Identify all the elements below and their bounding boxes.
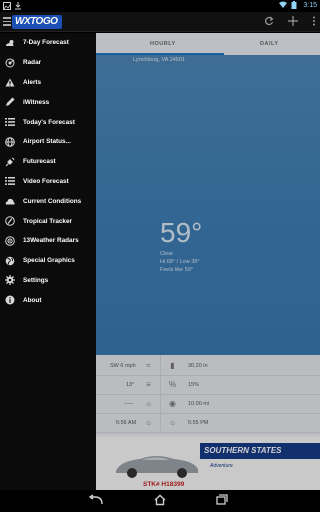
notification-image-icon (3, 2, 11, 10)
status-time: 3:15 (303, 1, 317, 9)
globe-icon (5, 137, 15, 147)
drawer-item-label: Settings (23, 276, 49, 284)
drawer-item-video-forecast[interactable]: Video Forecast (0, 172, 96, 192)
drawer-item-iwitness[interactable]: iWitness (0, 92, 96, 112)
drawer-item-tropical-tracker[interactable]: Tropical Tracker (0, 211, 96, 231)
wifi-icon (279, 1, 288, 9)
drawer-item-label: Futurecast (23, 158, 56, 166)
cloud-sun-icon (5, 38, 15, 48)
drawer-item-about[interactable]: About (0, 290, 96, 310)
back-icon[interactable] (88, 494, 104, 508)
drawer-item-label: Today's Forecast (23, 118, 75, 126)
radar-icon (5, 236, 15, 246)
drawer-item-todays-forecast[interactable]: Today's Forecast (0, 112, 96, 132)
navigation-drawer: 7-Day Forecast Radar Alerts iWitness Tod… (0, 33, 96, 490)
satellite-icon (5, 157, 15, 167)
drawer-item-label: Special Graphics (23, 257, 75, 265)
drawer-item-label: 13Weather Radars (23, 237, 79, 245)
gear-icon (5, 275, 15, 286)
menu-icon[interactable] (3, 17, 11, 26)
refresh-icon[interactable] (264, 15, 274, 29)
drawer-item-label: Airport Status... (23, 138, 71, 146)
list-icon (5, 117, 15, 127)
recent-apps-icon[interactable] (214, 494, 230, 508)
pencil-icon (5, 97, 15, 107)
video-list-icon (5, 176, 15, 186)
drawer-item-airport-status[interactable]: Airport Status... (0, 132, 96, 152)
drawer-item-label: iWitness (23, 98, 50, 106)
drawer-item-label: Tropical Tracker (23, 217, 73, 225)
notification-download-icon (14, 2, 22, 10)
app-logo[interactable]: WXTOGO (12, 15, 62, 29)
drawer-item-label: Video Forecast (23, 177, 69, 185)
alert-triangle-icon (5, 77, 15, 87)
overflow-menu-icon[interactable] (312, 15, 316, 29)
drawer-item-label: Alerts (23, 78, 42, 86)
drawer-item-special-graphics[interactable]: Special Graphics (0, 251, 96, 271)
drawer-item-7-day-forecast[interactable]: 7-Day Forecast (0, 33, 96, 53)
drawer-item-label: About (23, 296, 42, 304)
drawer-item-current-conditions[interactable]: Current Conditions (0, 191, 96, 211)
logo-text: WXTOGO (15, 16, 58, 27)
hurricane-icon (5, 216, 15, 226)
info-icon (5, 295, 15, 305)
drawer-item-label: Radar (23, 59, 42, 67)
add-icon[interactable] (288, 15, 298, 29)
drawer-item-13weather-radars[interactable]: 13Weather Radars (0, 231, 96, 251)
cloud-icon (5, 196, 15, 206)
drawer-item-label: 7-Day Forecast (23, 39, 69, 47)
battery-icon (291, 1, 299, 9)
system-navigation-bar (0, 490, 320, 512)
status-bar: 3:15 (0, 0, 320, 12)
drawer-item-futurecast[interactable]: Futurecast (0, 152, 96, 172)
drawer-item-alerts[interactable]: Alerts (0, 73, 96, 93)
globe-icon (5, 256, 15, 266)
home-icon[interactable] (152, 494, 168, 508)
action-bar: WXTOGO (0, 12, 320, 32)
drawer-item-label: Current Conditions (23, 197, 82, 205)
drawer-item-radar[interactable]: Radar (0, 53, 96, 73)
drawer-item-settings[interactable]: Settings (0, 271, 96, 291)
radar-icon (5, 58, 15, 68)
